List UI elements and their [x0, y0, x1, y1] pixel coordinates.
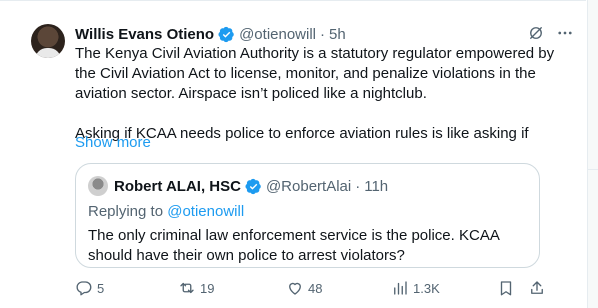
tweet-header: Willis Evans Otieno @otienowill · 5h — [75, 24, 346, 44]
quote-author-handle: @RobertAlai — [265, 177, 352, 195]
quote-header: Robert ALAI, HSC @RobertAlai · 11h — [114, 176, 388, 196]
grok-icon[interactable] — [527, 24, 545, 42]
quote-author-name: Robert ALAI, HSC — [114, 177, 241, 195]
bookmark-button[interactable] — [497, 278, 519, 298]
right-rail — [587, 0, 598, 308]
top-divider — [0, 0, 586, 1]
quote-timestamp: 11h — [364, 177, 389, 195]
reply-button[interactable]: 5 — [75, 278, 104, 298]
bookmark-icon — [500, 281, 512, 296]
tweet-timestamp[interactable]: 5h — [329, 26, 346, 43]
tweet-actions: 5 19 48 1.3K — [75, 278, 575, 298]
repost-button[interactable]: 19 — [178, 278, 214, 298]
reply-icon — [76, 281, 92, 296]
show-more-link[interactable]: Show more — [75, 133, 151, 153]
avatar-shirt — [35, 48, 61, 58]
author-name[interactable]: Willis Evans Otieno — [75, 26, 214, 43]
like-button[interactable]: 48 — [286, 278, 322, 298]
views-button[interactable]: 1.3K — [391, 278, 440, 298]
verified-badge-icon[interactable] — [218, 26, 235, 43]
quote-separator: · — [355, 177, 361, 195]
author-avatar[interactable] — [31, 24, 65, 58]
repost-icon — [180, 282, 194, 294]
share-icon — [531, 281, 543, 294]
quote-author-avatar — [88, 176, 108, 196]
more-icon[interactable] — [556, 24, 574, 42]
views-icon — [394, 281, 407, 295]
author-handle[interactable]: @otienowill — [239, 26, 316, 43]
heart-icon — [289, 282, 301, 295]
replying-to-mention[interactable]: @otienowill — [167, 203, 244, 220]
quoted-tweet[interactable]: Robert ALAI, HSC @RobertAlai · 11h Reply… — [75, 163, 540, 268]
replying-to-label: Replying to — [88, 203, 164, 220]
views-count: 1.3K — [413, 280, 440, 296]
right-rail-panel — [588, 0, 598, 170]
repost-count: 19 — [200, 280, 215, 296]
like-count: 48 — [308, 280, 323, 296]
quote-text: The only criminal law enforcement servic… — [88, 227, 500, 264]
reply-count: 5 — [97, 280, 105, 296]
quote-replying-to: Replying to @otienowill — [88, 202, 244, 222]
header-separator: · — [320, 25, 326, 43]
share-button[interactable] — [528, 278, 550, 298]
verified-badge-icon — [245, 178, 261, 194]
tweet-paragraph-1: The Kenya Civil Aviation Authority is a … — [75, 45, 555, 102]
tweet-body: The Kenya Civil Aviation Authority is a … — [75, 44, 575, 144]
